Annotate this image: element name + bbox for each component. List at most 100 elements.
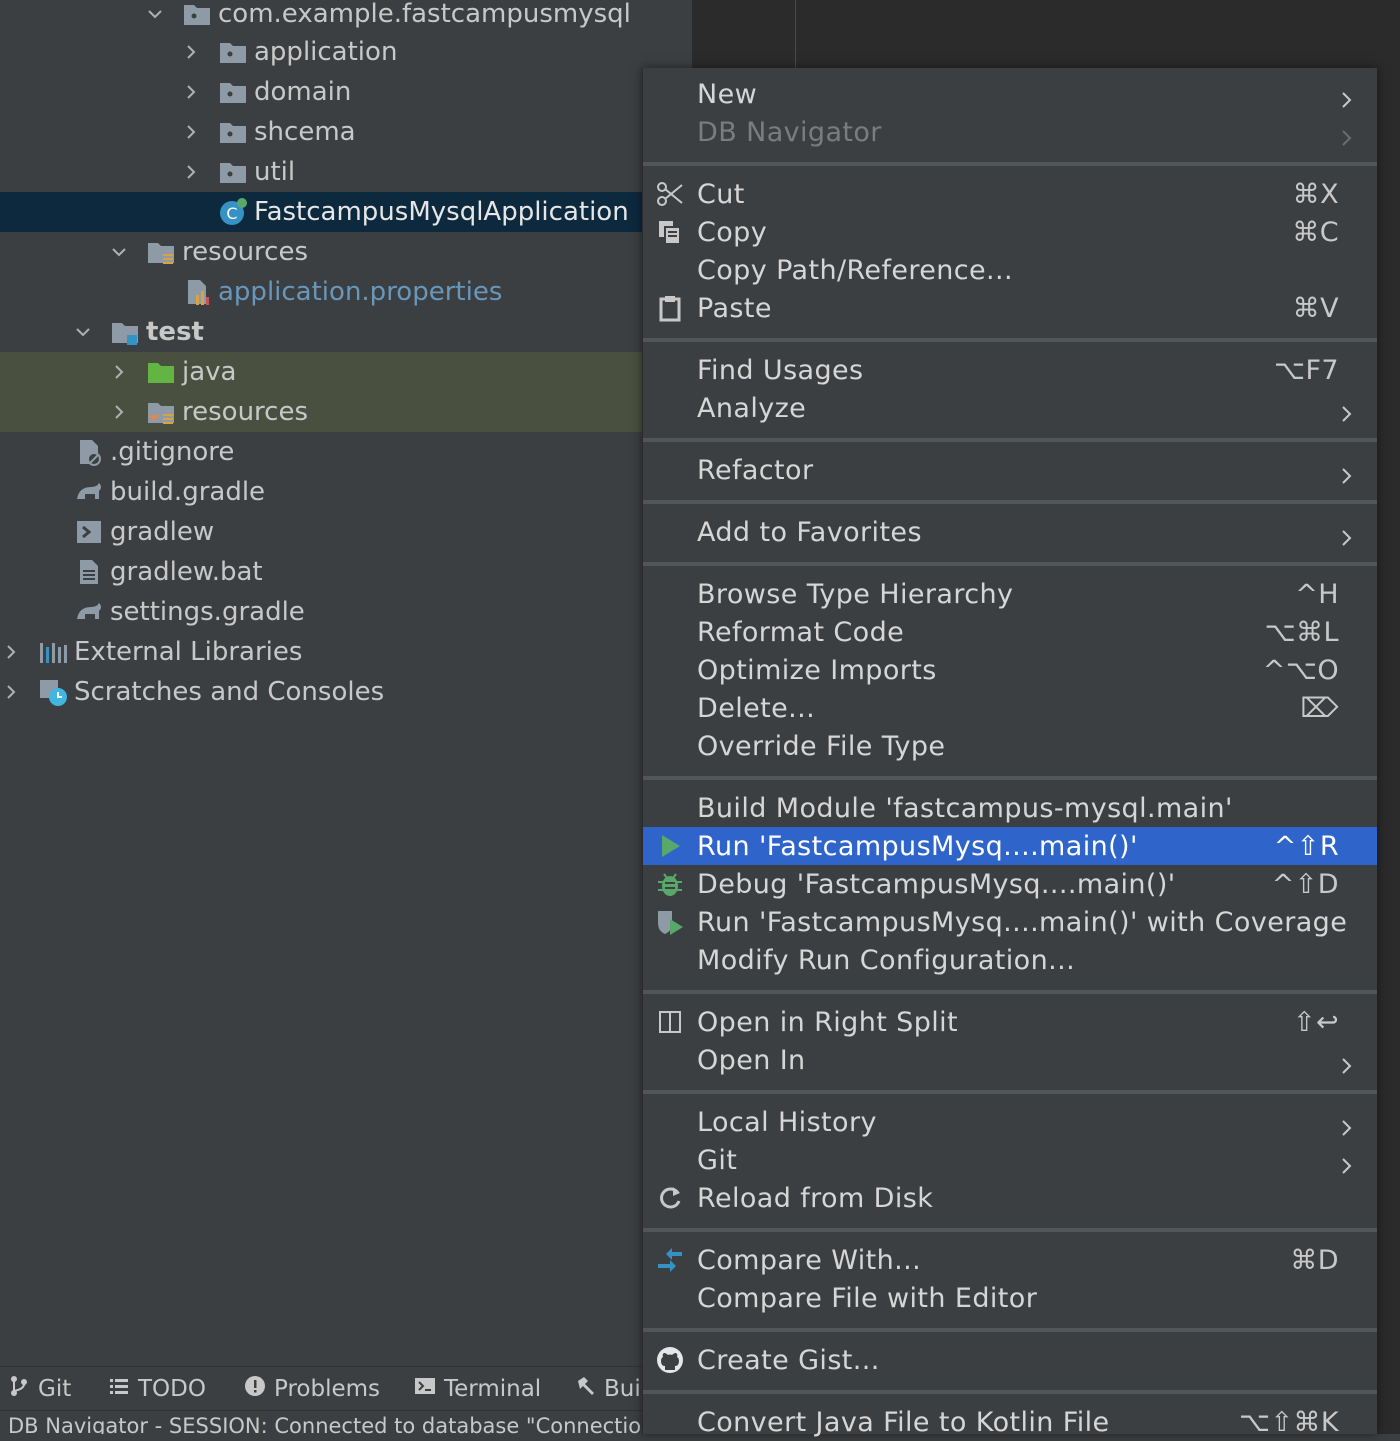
gitignore-file-icon (74, 437, 104, 467)
chevron-right-icon[interactable] (110, 403, 128, 421)
chevron-right-icon[interactable] (182, 43, 200, 61)
menu-item-copy[interactable]: Copy ⌘C (643, 213, 1377, 251)
menu-item-copy-path[interactable]: Copy Path/Reference... (643, 251, 1377, 289)
menu-item-find-usages[interactable]: Find Usages ⌥F7 (643, 351, 1377, 389)
menu-item-label: Copy (697, 216, 768, 248)
menu-item-compare-with[interactable]: Compare With... ⌘D (643, 1241, 1377, 1279)
tree-item-resources[interactable]: resources (0, 232, 642, 272)
menu-item-debug[interactable]: Debug 'FastcampusMysq....main()' ^⇧D (643, 865, 1377, 903)
tool-problems-button[interactable]: Problems (244, 1375, 380, 1403)
menu-item-run-with-coverage[interactable]: Run 'FastcampusMysq....main()' with Cove… (643, 903, 1377, 941)
menu-separator (643, 1090, 1377, 1094)
menu-item-add-to-favorites[interactable]: Add to Favorites (643, 513, 1377, 551)
chevron-down-icon[interactable] (74, 323, 92, 341)
menu-item-delete[interactable]: Delete... ⌦ (643, 689, 1377, 727)
chevron-right-icon[interactable] (2, 643, 20, 661)
chevron-right-icon (1337, 1113, 1355, 1136)
tree-item-label: settings.gradle (110, 597, 305, 627)
menu-item-label: Delete... (697, 692, 816, 724)
menu-item-compare-with-editor[interactable]: Compare File with Editor (643, 1279, 1377, 1317)
menu-separator (643, 1228, 1377, 1232)
menu-item-label: Local History (697, 1106, 877, 1138)
menu-item-label: Browse Type Hierarchy (697, 578, 1014, 610)
tool-build-button[interactable]: Bui (574, 1375, 641, 1403)
menu-separator (643, 438, 1377, 442)
tree-item-gitignore[interactable]: .gitignore (0, 432, 642, 472)
tree-item-settings-gradle[interactable]: settings.gradle (0, 592, 642, 632)
menu-item-label: Add to Favorites (697, 516, 922, 548)
tree-item-external-libraries[interactable]: External Libraries (0, 632, 642, 672)
menu-item-analyze[interactable]: Analyze (643, 389, 1377, 427)
hammer-icon (574, 1375, 596, 1403)
menu-item-git[interactable]: Git (643, 1141, 1377, 1179)
chevron-right-icon[interactable] (110, 363, 128, 381)
tree-item-build-gradle[interactable]: build.gradle (0, 472, 642, 512)
menu-separator (643, 1328, 1377, 1332)
properties-file-icon (182, 277, 212, 307)
chevron-down-icon[interactable] (110, 243, 128, 261)
menu-item-shortcut: ⇧↩ (1292, 1006, 1339, 1038)
tree-item-package[interactable]: com.example.fastcampusmysql (0, 0, 642, 34)
menu-item-build-module[interactable]: Build Module 'fastcampus-mysql.main' (643, 789, 1377, 827)
menu-item-new[interactable]: New (643, 75, 1377, 113)
tree-item-domain[interactable]: domain (0, 72, 642, 112)
chevron-right-icon[interactable] (182, 83, 200, 101)
text-file-icon (74, 557, 104, 587)
menu-item-convert-to-kotlin[interactable]: Convert Java File to Kotlin File ⌥⇧⌘K (643, 1403, 1377, 1441)
chevron-right-icon[interactable] (182, 163, 200, 181)
tree-item-label: test (146, 317, 204, 347)
tree-item-label: shcema (254, 117, 356, 147)
tree-item-application[interactable]: application (0, 32, 642, 72)
scissors-icon (655, 179, 685, 209)
tree-item-gradlew[interactable]: gradlew (0, 512, 642, 552)
tree-item-shcema[interactable]: shcema (0, 112, 642, 152)
clipboard-icon (655, 293, 685, 323)
module-folder-icon (110, 317, 140, 347)
tree-item-test[interactable]: test (0, 312, 642, 352)
menu-item-modify-run-config[interactable]: Modify Run Configuration... (643, 941, 1377, 979)
menu-item-reload-from-disk[interactable]: Reload from Disk (643, 1179, 1377, 1217)
tree-item-properties-file[interactable]: application.properties (0, 272, 642, 312)
menu-item-run[interactable]: Run 'FastcampusMysq....main()' ^⇧R (643, 827, 1377, 865)
menu-item-shortcut: ⌦ (1300, 692, 1339, 724)
menu-item-label: Reload from Disk (697, 1182, 934, 1214)
package-folder-icon (218, 157, 248, 187)
gradle-icon (74, 477, 104, 507)
menu-item-reformat-code[interactable]: Reformat Code ⌥⌘L (643, 613, 1377, 651)
menu-item-cut[interactable]: Cut ⌘X (643, 175, 1377, 213)
menu-item-shortcut: ⌥⌘L (1264, 616, 1339, 648)
menu-item-open-right-split[interactable]: Open in Right Split ⇧↩ (643, 1003, 1377, 1041)
tree-item-label: FastcampusMysqlApplication (254, 197, 629, 227)
git-branch-icon (8, 1375, 30, 1403)
terminal-icon (414, 1375, 436, 1403)
split-icon (655, 1007, 685, 1037)
menu-item-label: Refactor (697, 454, 814, 486)
menu-item-shortcut: ^⇧D (1271, 868, 1339, 900)
libraries-icon (38, 637, 68, 667)
menu-item-paste[interactable]: Paste ⌘V (643, 289, 1377, 327)
menu-item-local-history[interactable]: Local History (643, 1103, 1377, 1141)
menu-separator (643, 562, 1377, 566)
tool-terminal-button[interactable]: Terminal (414, 1375, 541, 1403)
menu-item-override-file-type[interactable]: Override File Type (643, 727, 1377, 765)
chevron-down-icon[interactable] (146, 5, 164, 23)
chevron-right-icon (1337, 85, 1355, 108)
tool-todo-button[interactable]: TODO (108, 1375, 206, 1403)
chevron-right-icon[interactable] (2, 683, 20, 701)
tree-item-label: .gitignore (110, 437, 235, 467)
tree-item-main-class[interactable]: C FastcampusMysqlApplication (0, 192, 642, 232)
chevron-right-icon (1337, 1051, 1355, 1074)
menu-item-refactor[interactable]: Refactor (643, 451, 1377, 489)
menu-item-open-in[interactable]: Open In (643, 1041, 1377, 1079)
tree-item-scratches[interactable]: Scratches and Consoles (0, 672, 642, 712)
menu-item-optimize-imports[interactable]: Optimize Imports ^⌥O (643, 651, 1377, 689)
menu-item-browse-type-hierarchy[interactable]: Browse Type Hierarchy ^H (643, 575, 1377, 613)
tree-item-test-resources[interactable]: resources (0, 392, 642, 432)
tree-item-test-java[interactable]: java (0, 352, 642, 392)
tree-item-label: com.example.fastcampusmysql (218, 0, 631, 29)
menu-item-create-gist[interactable]: Create Gist... (643, 1341, 1377, 1379)
tree-item-util[interactable]: util (0, 152, 642, 192)
chevron-right-icon[interactable] (182, 123, 200, 141)
tool-git-button[interactable]: Git (8, 1375, 71, 1403)
tree-item-gradlew-bat[interactable]: gradlew.bat (0, 552, 642, 592)
